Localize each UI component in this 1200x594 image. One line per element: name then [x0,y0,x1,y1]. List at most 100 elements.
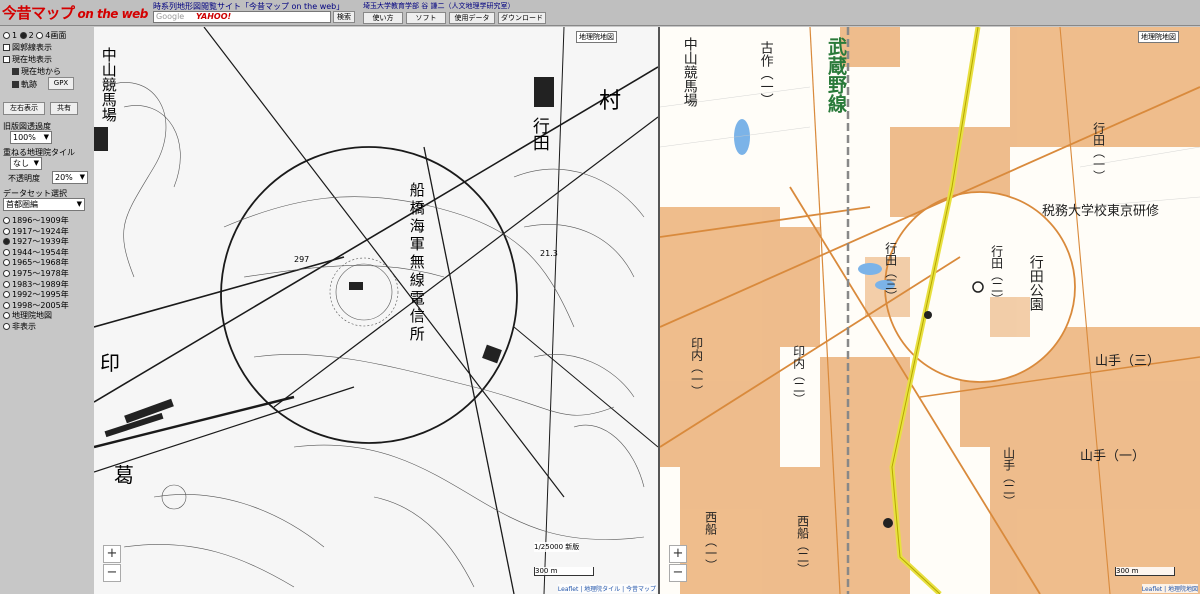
era-radio[interactable] [3,259,10,267]
old-map-canvas [94,27,658,594]
search-button[interactable]: 検索 [333,11,355,23]
data-button[interactable]: 使用データ [449,12,495,24]
era-option[interactable]: 地理院地図 [3,310,52,321]
track-checkbox-label: 軌跡 [21,80,37,89]
era-option[interactable]: 1975～1978年 [3,268,69,279]
gpx-button[interactable]: GPX [48,77,74,90]
era-option[interactable]: 1965～1968年 [3,257,69,268]
location-checkbox-row[interactable]: 現在地表示 [3,54,52,65]
track-checkbox[interactable] [12,81,19,88]
current-map-tag[interactable]: 地理院地図 [1138,31,1179,43]
download-button[interactable]: ダウンロード [498,12,546,24]
opacity-select[interactable]: 20% ▼ [52,171,88,184]
era-radio[interactable] [3,238,10,246]
current-label-gyoden-park: 行田公園 [1027,255,1044,311]
zoom-in-button[interactable]: + [103,545,121,563]
layout-label-2: 2 [28,31,34,40]
era-option[interactable]: 1983～1989年 [3,279,69,290]
current-label-gyoden3: 行田（三） [883,242,898,302]
old-attribution[interactable]: Leaflet | 地理院タイル | 今昔マップ [557,584,656,593]
current-label-gyoden2: 行田（二） [989,245,1004,305]
old-label-katsu: 葛 [114,463,134,487]
from-location-checkbox-row[interactable]: 現在地から [12,66,61,77]
current-attribution[interactable]: Leaflet | 地理院地図 [1141,584,1198,593]
frame-checkbox-label: 図郭線表示 [12,43,52,52]
layout-radio-group: 1 2 4画面 [3,30,66,41]
dataset-value: 首都圏編 [6,200,38,209]
current-map-canvas [660,27,1200,594]
frame-checkbox-row[interactable]: 図郭線表示 [3,42,52,53]
era-label: 1983～1989年 [12,279,69,289]
chevron-down-icon: ▼ [43,133,49,141]
current-label-nakayama: 中山競馬場 [681,37,698,107]
era-radio[interactable] [3,248,10,256]
era-option[interactable]: 1992～1995年 [3,289,69,300]
era-label: 1998～2005年 [12,300,69,310]
old-label-elev2: 21.3 [540,249,558,258]
layout-radio-2[interactable] [19,32,27,39]
era-radio[interactable] [3,312,10,320]
era-radio[interactable] [3,227,10,235]
chevron-down-icon: ▼ [33,159,39,167]
google-logo: Google [156,12,185,21]
era-option[interactable]: 1927～1939年 [3,236,69,247]
top-bar: 今昔マップ on the web 時系列地形図閲覧サイト「今昔マップ on the… [0,0,1200,26]
layout-radio-1[interactable] [3,32,10,39]
app-logo[interactable]: 今昔マップ on the web [2,2,148,23]
opacity-value: 20% [55,173,73,182]
from-location-checkbox[interactable] [12,68,19,75]
era-option[interactable]: 非表示 [3,321,36,332]
overlay-select[interactable]: なし ▼ [10,157,42,170]
old-label-nakayama: 中山競馬場 [99,47,118,122]
era-radio[interactable] [3,301,10,309]
transparency-select[interactable]: 100% ▼ [10,131,52,144]
map-current[interactable]: 中山競馬場 古作（一） 武蔵野線 行田（一） 税務大学校東京研修 行田（三） 行… [660,27,1200,594]
era-label: 1944～1954年 [12,247,69,257]
era-radio[interactable] [3,280,10,288]
location-checkbox-label: 現在地表示 [12,55,52,64]
old-label-elev1: 297 [294,255,310,264]
dataset-select[interactable]: 首都圏編 ▼ [3,198,85,211]
layout-label-4: 4画面 [45,31,67,40]
swap-button[interactable]: 左右表示 [3,102,45,115]
location-checkbox[interactable] [3,56,10,63]
old-map-tag[interactable]: 地理院地図 [576,31,617,43]
software-button[interactable]: ソフト [406,12,446,24]
current-label-gyoden1: 行田（一） [1091,122,1106,182]
era-label: 1917～1924年 [12,226,69,236]
current-label-musashino: 武蔵野線 [824,37,847,113]
current-label-zeimu: 税務大学校東京研修 [1042,204,1160,219]
old-scale-text: 1/25000 新版 [534,542,580,552]
era-option[interactable]: 1917～1924年 [3,226,69,237]
era-radio[interactable] [3,217,10,224]
era-option[interactable]: 1944～1954年 [3,247,69,258]
zoom-out-button[interactable]: − [103,564,121,582]
opacity-label: 不透明度 [8,174,40,183]
zoom-in-button[interactable]: + [669,545,687,563]
sync-button[interactable]: 共有 [50,102,78,115]
current-label-kosaku: 古作（一） [757,41,773,106]
sidebar: 1 2 4画面 図郭線表示 現在地表示 現在地から 軌跡 GPX 左右表示 共有… [0,27,93,594]
help-button[interactable]: 使い方 [363,12,403,24]
era-radio[interactable] [3,270,10,277]
frame-checkbox[interactable] [3,44,10,51]
map-old[interactable]: 中山競馬場 村 行田 船橋海軍無線電信所 印 葛 297 21.3 地理院地図 … [94,27,658,594]
search-input[interactable]: Google YAHOO! [153,11,331,23]
current-label-nishifuna2: 西船（二） [795,515,810,575]
current-label-innai2: 印内（二） [791,345,806,405]
track-checkbox-row[interactable]: 軌跡 [12,79,37,90]
logo-main: 今昔マップ [2,4,75,22]
era-option[interactable]: 1998～2005年 [3,300,69,311]
era-radio[interactable] [3,291,10,299]
era-option[interactable]: 1896～1909年 [3,215,69,226]
zoom-out-button[interactable]: − [669,564,687,582]
era-radio[interactable] [3,323,10,330]
current-scale-bar: 300 m [1115,567,1175,576]
current-label-yamate2: 山手（二） [1001,447,1016,507]
layout-label-1: 1 [12,31,18,40]
credit-link[interactable]: 埼玉大学教育学部 谷 謙二（人文地理学研究室） [363,1,514,11]
old-label-funabashi: 船橋海軍無線電信所 [407,182,426,344]
era-label: 1927～1939年 [12,237,69,247]
layout-radio-4[interactable] [36,32,44,39]
old-label-in: 印 [100,351,120,375]
